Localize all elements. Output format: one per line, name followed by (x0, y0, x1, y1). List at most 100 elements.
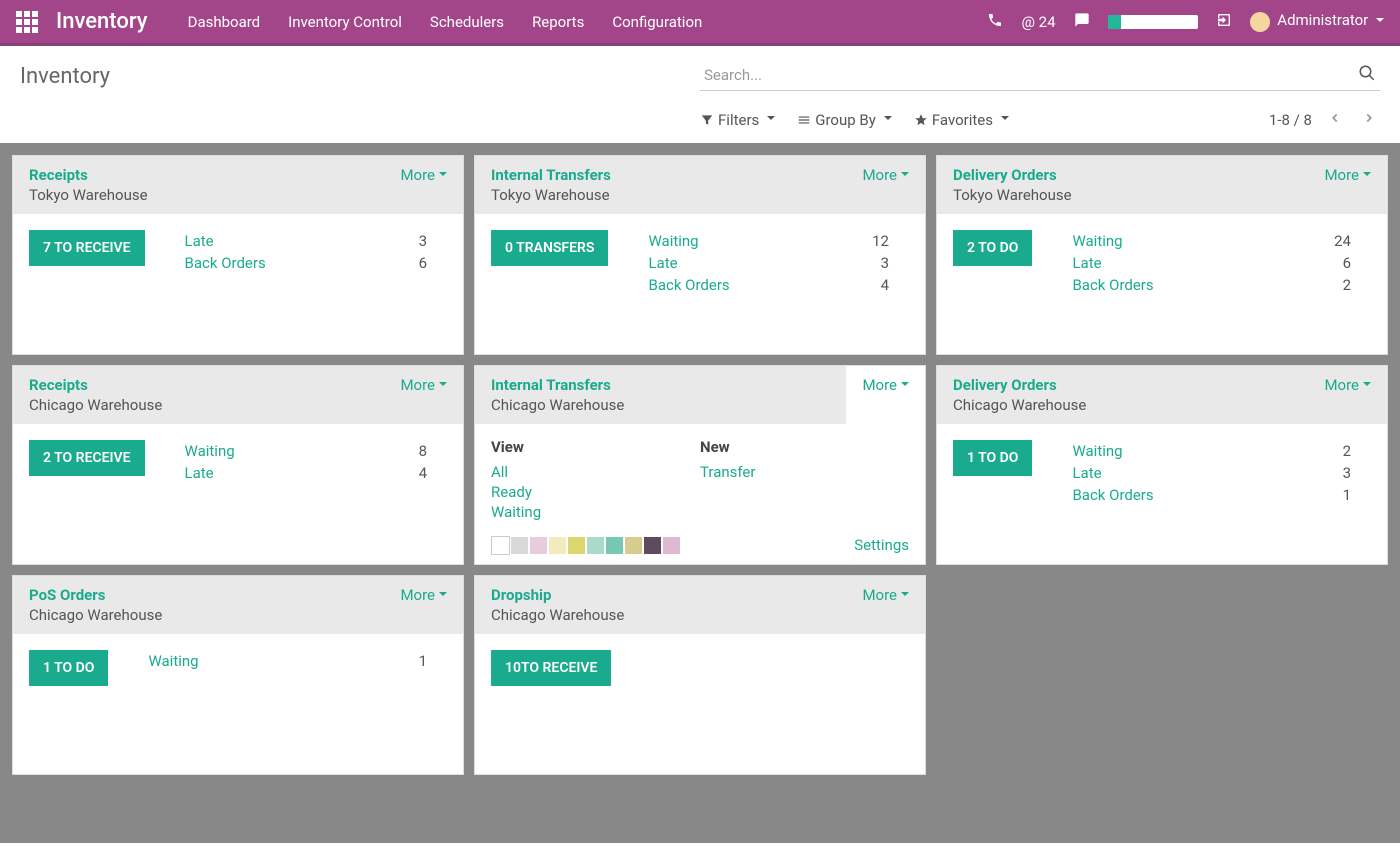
card-more-button[interactable]: More (862, 166, 909, 184)
mentions-count[interactable]: @ 24 (1021, 13, 1055, 31)
top-navbar: Inventory Dashboard Inventory Control Sc… (0, 0, 1400, 46)
color-swatch[interactable] (548, 536, 567, 555)
card-title[interactable]: Receipts (29, 166, 148, 184)
search-filters: Filters Group By Favorites (700, 111, 1269, 129)
stat-label[interactable]: Waiting (1072, 442, 1122, 460)
stat-label[interactable]: Back Orders (185, 254, 266, 272)
user-menu[interactable]: Administrator (1250, 11, 1384, 31)
card-title[interactable]: Internal Transfers (491, 376, 624, 394)
chevron-right-icon (1362, 111, 1376, 125)
app-title[interactable]: Inventory (56, 9, 148, 34)
stat-label[interactable]: Waiting (185, 442, 235, 460)
progress-indicator[interactable] (1108, 15, 1198, 29)
settings-link[interactable]: Settings (854, 536, 909, 554)
color-swatch[interactable] (624, 536, 643, 555)
card-title[interactable]: Delivery Orders (953, 376, 1086, 394)
stat-label[interactable]: Waiting (148, 652, 198, 670)
stat-label[interactable]: Back Orders (1072, 276, 1153, 294)
stat-row: Late3 (648, 252, 909, 274)
stat-value: 24 (1334, 232, 1371, 250)
card-action-button[interactable]: 10TO RECEIVE (491, 650, 611, 686)
kanban-card: Delivery Orders Chicago Warehouse More 1 TO… (936, 365, 1388, 565)
card-header: Receipts Tokyo Warehouse More (13, 156, 463, 214)
nav-reports[interactable]: Reports (532, 13, 584, 31)
stat-row: Late6 (1072, 252, 1371, 274)
card-body: 1 TO DOWaiting1 (13, 634, 463, 774)
view-link[interactable]: Waiting (491, 502, 700, 522)
color-swatch[interactable] (643, 536, 662, 555)
card-more-button[interactable]: More (1324, 376, 1371, 394)
view-link[interactable]: Ready (491, 482, 700, 502)
card-title[interactable]: Delivery Orders (953, 166, 1072, 184)
stat-label[interactable]: Late (1072, 254, 1101, 272)
stat-value: 3 (419, 232, 447, 250)
card-more-button[interactable]: More (846, 366, 925, 424)
stat-value: 8 (419, 442, 447, 460)
card-subtitle: Chicago Warehouse (491, 606, 624, 624)
stat-label[interactable]: Back Orders (1072, 486, 1153, 504)
view-link[interactable]: All (491, 462, 700, 482)
card-title[interactable]: Dropship (491, 586, 624, 604)
card-more-button[interactable]: More (400, 166, 447, 184)
nav-inventory-control[interactable]: Inventory Control (288, 13, 402, 31)
search-icon[interactable] (1358, 64, 1376, 86)
control-panel: Inventory Filters Group By Favorites 1-8 (0, 46, 1400, 143)
groupby-dropdown[interactable]: Group By (797, 111, 892, 129)
kanban-card: PoS OrdersChicago WarehouseMore1 TO DOWa… (12, 575, 464, 775)
color-swatch[interactable] (567, 536, 586, 555)
stat-label[interactable]: Late (1072, 464, 1101, 482)
star-icon (914, 113, 928, 127)
card-stats: Waiting 24 Late6Back Orders2 (1072, 230, 1371, 338)
card-more-button[interactable]: More (400, 586, 447, 604)
phone-icon[interactable] (987, 12, 1003, 32)
color-swatch[interactable] (586, 536, 605, 555)
card-title[interactable]: PoS Orders (29, 586, 162, 604)
favorites-dropdown[interactable]: Favorites (914, 111, 1009, 129)
stat-label[interactable]: Waiting (648, 232, 698, 250)
stat-label[interactable]: Late (185, 464, 214, 482)
stat-row: Waiting 24 (1072, 230, 1371, 252)
card-action-button[interactable]: 1 TO DO (29, 650, 108, 686)
chat-icon[interactable] (1074, 12, 1090, 32)
card-action-button[interactable]: 7 TO RECEIVE (29, 230, 145, 266)
stat-row: Back Orders6 (185, 252, 447, 274)
card-more-button[interactable]: More (862, 586, 909, 604)
stat-label[interactable]: Late (185, 232, 214, 250)
favorites-label: Favorites (932, 111, 993, 129)
color-swatch[interactable] (605, 536, 624, 555)
apps-icon[interactable] (16, 11, 38, 33)
color-swatch[interactable] (529, 536, 548, 555)
filter-icon (700, 113, 714, 127)
card-title[interactable]: Internal Transfers (491, 166, 611, 184)
card-more-button[interactable]: More (400, 376, 447, 394)
pager-next[interactable] (1358, 111, 1380, 129)
pager-text[interactable]: 1-8 / 8 (1269, 111, 1312, 129)
new-link[interactable]: Transfer (700, 462, 909, 482)
card-action-button[interactable]: 2 TO RECEIVE (29, 440, 145, 476)
card-stats: Waiting8Late4 (185, 440, 447, 548)
color-swatch[interactable] (491, 536, 510, 555)
filters-dropdown[interactable]: Filters (700, 111, 775, 129)
exit-icon[interactable] (1216, 12, 1232, 32)
card-more-button[interactable]: More (1324, 166, 1371, 184)
card-subtitle: Tokyo Warehouse (29, 186, 148, 204)
stat-label[interactable]: Back Orders (648, 276, 729, 294)
nav-configuration[interactable]: Configuration (612, 13, 702, 31)
stat-label[interactable]: Late (648, 254, 677, 272)
card-subtitle: Chicago Warehouse (953, 396, 1086, 414)
nav-schedulers[interactable]: Schedulers (430, 13, 504, 31)
search-input[interactable] (700, 60, 1380, 91)
card-title[interactable]: Receipts (29, 376, 162, 394)
card-action-button[interactable]: 0 TRANSFERS (491, 230, 608, 266)
color-swatch[interactable] (662, 536, 681, 555)
stat-label[interactable]: Waiting (1072, 232, 1122, 250)
stat-row: Back Orders2 (1072, 274, 1371, 296)
card-action-button[interactable]: 1 TO DO (953, 440, 1032, 476)
color-swatch[interactable] (510, 536, 529, 555)
nav-dashboard[interactable]: Dashboard (188, 13, 261, 31)
card-action-button[interactable]: 2 TO DO (953, 230, 1032, 266)
stat-row: Back Orders4 (648, 274, 909, 296)
stat-value: 12 (872, 232, 909, 250)
card-body: 2 TO DO Waiting 24 Late6Back Orders2 (937, 214, 1387, 354)
pager-prev[interactable] (1324, 111, 1346, 129)
